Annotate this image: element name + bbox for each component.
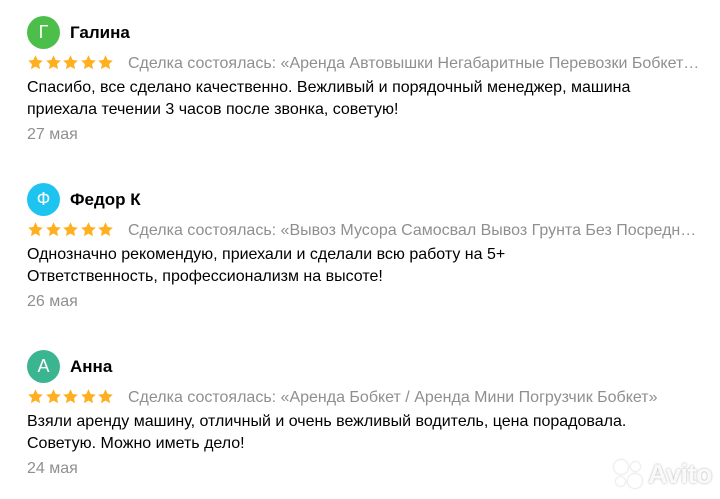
- review-text-line: Советую. Можно иметь дело!: [27, 435, 245, 452]
- avito-watermark-logo: Avito: [612, 454, 716, 494]
- star-icon: [80, 55, 96, 70]
- review-header: Ф Федор К: [27, 183, 707, 217]
- star-icon: [45, 389, 61, 404]
- avito-dots-icon: [612, 457, 646, 491]
- review-card: А Анна Сделка состоялась: «Аренда Бобкет…: [27, 350, 707, 477]
- star-icon: [28, 55, 43, 70]
- review-date: 27 мая: [27, 126, 78, 143]
- review-text-line: Ответственность, профессионализм на высо…: [27, 268, 383, 285]
- review-meta: Сделка состоялась: «Аренда Автовышки Нег…: [27, 54, 707, 74]
- review-text: Однозначно рекомендую, приехали и сделал…: [27, 244, 707, 288]
- review-text-line: приехала течении 3 часов после звонка, с…: [27, 101, 399, 118]
- review-date: 26 мая: [27, 293, 78, 310]
- review-card: Ф Федор К Сделка состоялась: «Вывоз Мусо…: [27, 183, 707, 310]
- review-text-line: Однозначно рекомендую, приехали и сделал…: [27, 246, 506, 263]
- star-rating: [27, 54, 115, 74]
- star-icon: [45, 55, 61, 70]
- star-icon: [63, 55, 78, 70]
- star-rating: [27, 388, 115, 408]
- review-text: Взяли аренду машину, отличный и очень ве…: [27, 411, 707, 455]
- avatar[interactable]: Г: [27, 16, 60, 49]
- review-date: 24 мая: [27, 460, 78, 477]
- star-icon: [63, 222, 78, 237]
- star-icon: [98, 55, 113, 70]
- avatar[interactable]: Ф: [27, 183, 60, 216]
- review-text-line: Взяли аренду машину, отличный и очень ве…: [27, 413, 627, 430]
- star-icon: [63, 389, 78, 404]
- star-icon: [45, 222, 61, 237]
- review-card: Г Галина Сделка состоялась: «Аренда Авто…: [27, 16, 707, 143]
- avito-watermark-text: Avito: [648, 458, 713, 489]
- avatar[interactable]: А: [27, 350, 60, 383]
- review-text-line: Спасибо, все сделано качественно. Вежлив…: [27, 79, 631, 96]
- deal-link[interactable]: Сделка состоялась: «Аренда Бобкет / Арен…: [128, 388, 700, 408]
- star-icon: [80, 389, 96, 404]
- deal-link[interactable]: Сделка состоялась: «Вывоз Мусора Самосва…: [128, 221, 700, 241]
- author-name[interactable]: Федор К: [70, 189, 141, 211]
- star-icon: [98, 389, 113, 404]
- star-icon: [98, 222, 113, 237]
- review-text: Спасибо, все сделано качественно. Вежлив…: [27, 77, 707, 121]
- star-rating: [27, 221, 115, 241]
- author-name[interactable]: Галина: [70, 22, 130, 44]
- author-name[interactable]: Анна: [70, 356, 112, 378]
- deal-link[interactable]: Сделка состоялась: «Аренда Автовышки Нег…: [128, 54, 700, 74]
- star-icon: [28, 389, 43, 404]
- star-icon: [80, 222, 96, 237]
- review-header: А Анна: [27, 350, 707, 384]
- review-header: Г Галина: [27, 16, 707, 50]
- review-meta: Сделка состоялась: «Аренда Бобкет / Арен…: [27, 388, 707, 408]
- review-meta: Сделка состоялась: «Вывоз Мусора Самосва…: [27, 221, 707, 241]
- star-icon: [28, 222, 43, 237]
